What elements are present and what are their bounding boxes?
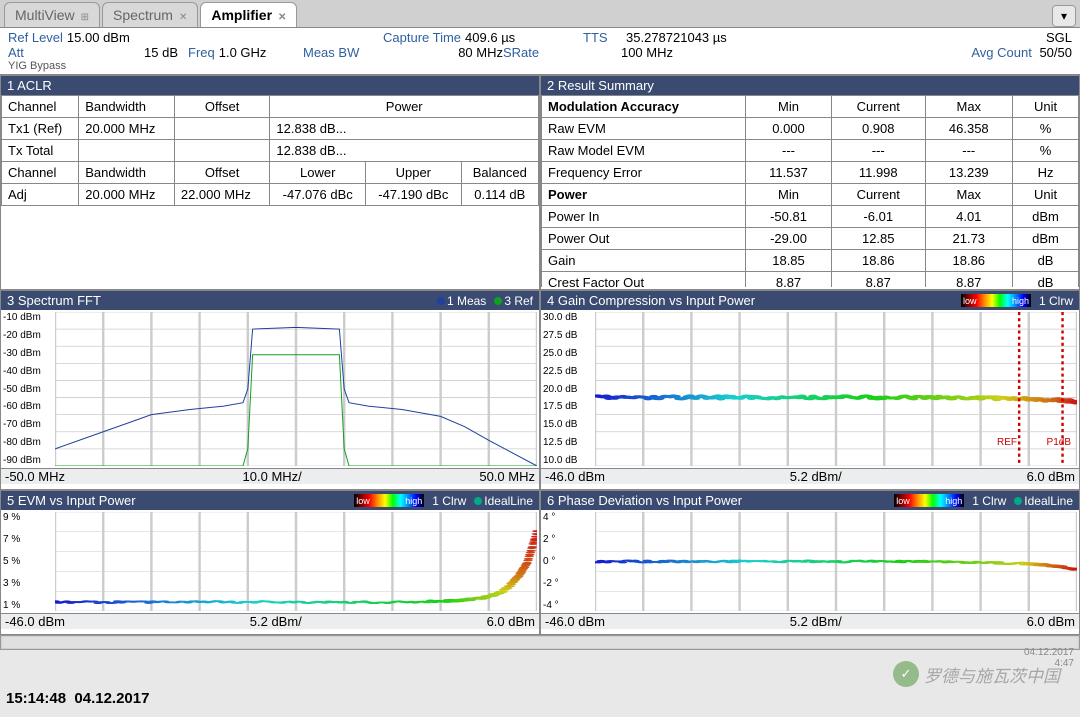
wechat-icon: ✓ xyxy=(893,661,919,687)
panel-gain-compression: 4 Gain Compression vs Input Power lowhig… xyxy=(540,290,1080,490)
chevron-down-icon: ▾ xyxy=(1061,9,1067,23)
result-table: Modulation AccuracyMinCurrentMaxUnit Raw… xyxy=(541,95,1079,287)
spectrum-chart[interactable]: -10 dBm-20 dBm-30 dBm-40 dBm-50 dBm-60 d… xyxy=(1,310,539,468)
aclr-table: ChannelBandwidthOffsetPower Tx1 (Ref)20.… xyxy=(1,95,539,206)
timestamp: 15:14:48 04.12.2017 xyxy=(6,690,149,707)
panel-aclr: 1 ACLR ChannelBandwidthOffsetPower Tx1 (… xyxy=(0,75,540,290)
panel-result-summary: 2 Result Summary Modulation AccuracyMinC… xyxy=(540,75,1080,290)
panel-title: 6 Phase Deviation vs Input Power xyxy=(547,493,742,508)
tab-dropdown-button[interactable]: ▾ xyxy=(1052,5,1076,27)
yig-status: YIG Bypass xyxy=(8,60,1072,72)
panel-title: 5 EVM vs Input Power xyxy=(7,493,136,508)
gain-chart[interactable]: 30.0 dB27.5 dB25.0 dB22.5 dB20.0 dB17.5 … xyxy=(541,310,1079,468)
panel-phase-deviation: 6 Phase Deviation vs Input Power lowhigh… xyxy=(540,490,1080,635)
phase-chart[interactable]: 4 °2 °0 °-2 °-4 ° xyxy=(541,510,1079,613)
panel-title: 3 Spectrum FFT xyxy=(7,293,101,308)
horizontal-scrollbar[interactable] xyxy=(0,635,1080,650)
tab-spectrum[interactable]: Spectrum✕ xyxy=(102,2,198,27)
close-icon[interactable]: ⊞ xyxy=(81,12,89,23)
panel-evm: 5 EVM vs Input Power lowhigh1 ClrwIdealL… xyxy=(0,490,540,635)
panel-title: 2 Result Summary xyxy=(541,76,1079,95)
panel-title: 4 Gain Compression vs Input Power xyxy=(547,293,755,308)
tab-multiview[interactable]: MultiView⊞ xyxy=(4,2,100,27)
tab-amplifier[interactable]: Amplifier✕ xyxy=(200,2,297,27)
panel-title: 1 ACLR xyxy=(1,76,539,95)
panel-spectrum-fft: 3 Spectrum FFT 1 Meas3 Ref -10 dBm-20 dB… xyxy=(0,290,540,490)
close-icon[interactable]: ✕ xyxy=(278,12,286,23)
watermark: ✓ 罗德与施瓦茨中国 xyxy=(893,661,1060,687)
tab-bar: MultiView⊞ Spectrum✕ Amplifier✕ ▾ xyxy=(0,0,1080,28)
header-bar: Ref Level15.00 dBm Capture Time409.6 µs … xyxy=(0,28,1080,75)
evm-chart[interactable]: 9 %7 %5 %3 %1 % xyxy=(1,510,539,613)
close-icon[interactable]: ✕ xyxy=(179,12,187,23)
